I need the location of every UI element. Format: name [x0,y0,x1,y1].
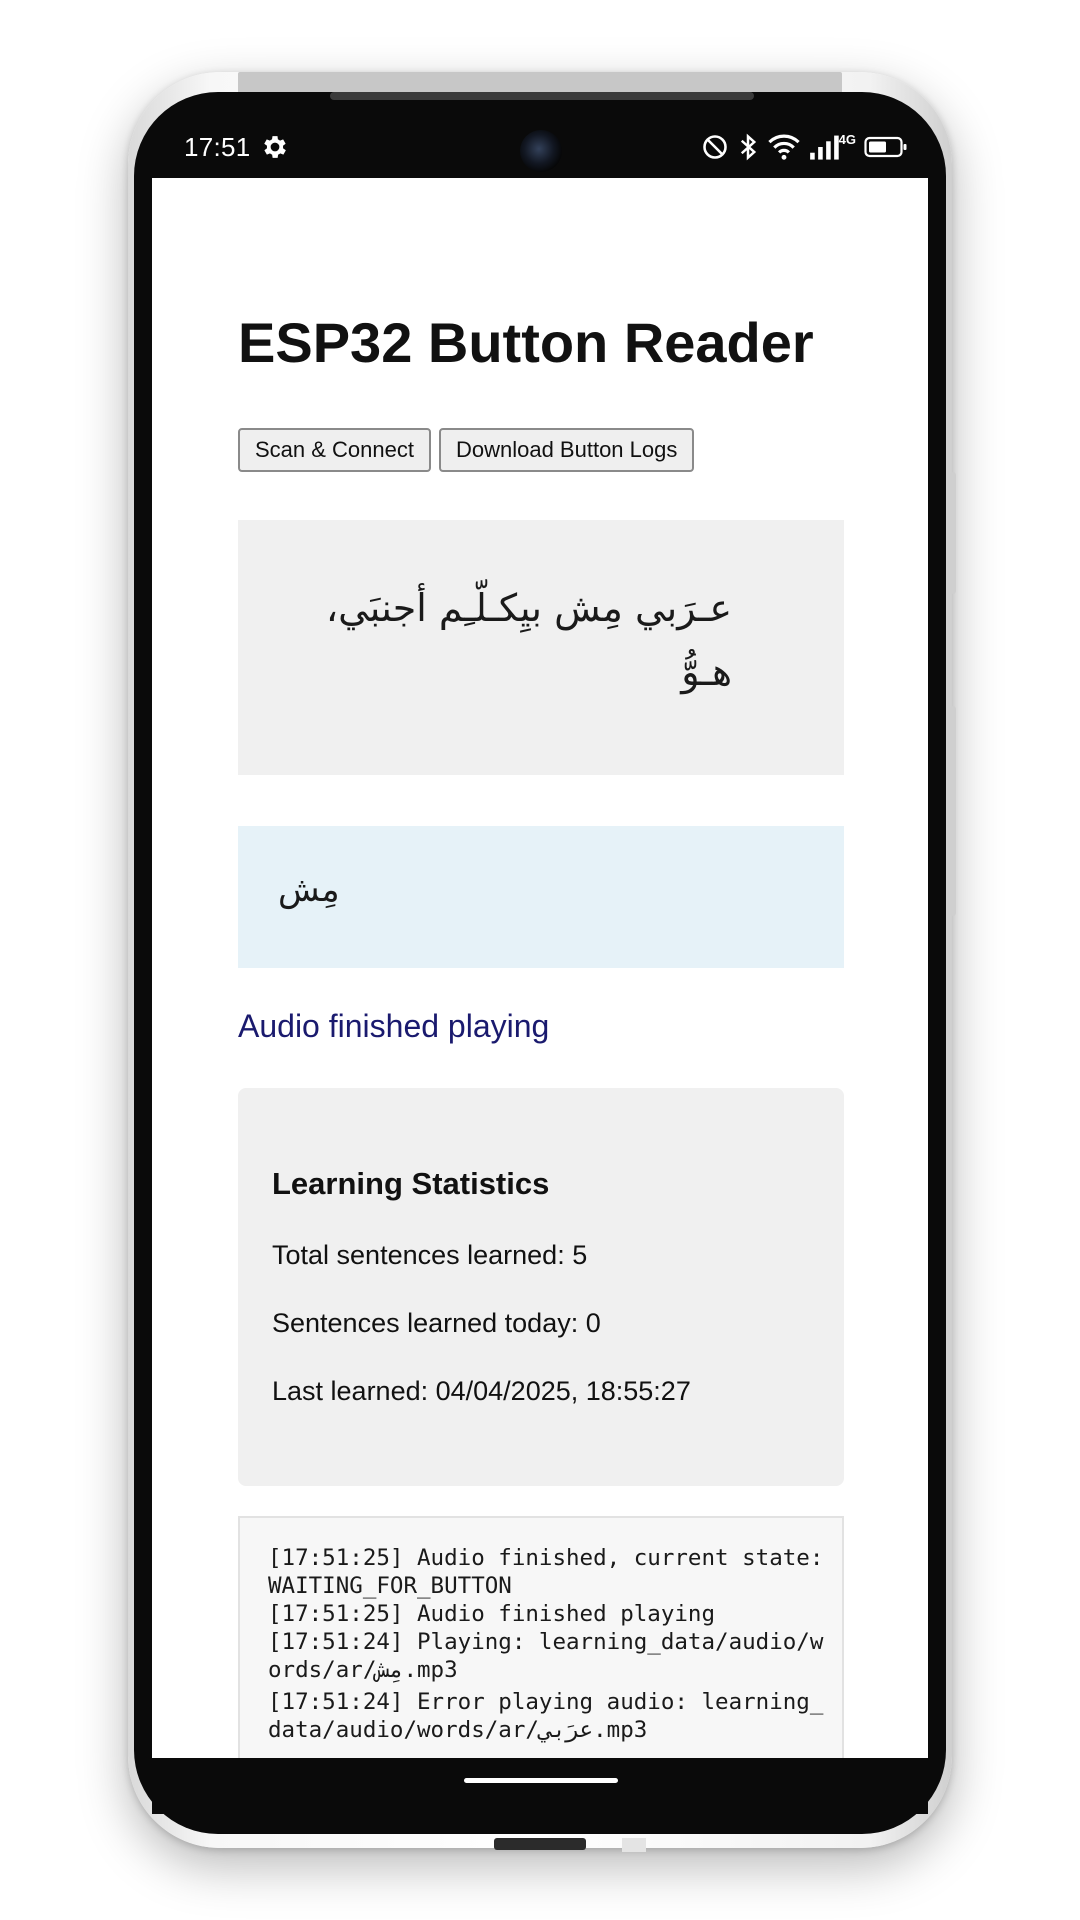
volume-button [950,472,956,594]
sentence-text: عـرَبي مِش بيِكـلّـِم أجنبَي، هـوُّ [325,586,732,694]
log-entry: [17:51:25] Audio finished, current state… [268,1545,837,1599]
phone-bottom-port [494,1838,586,1850]
log-list: [17:51:25] Audio finished, current state… [268,1544,832,1744]
page-title: ESP32 Button Reader [238,311,814,374]
status-icons: 4G [701,130,908,164]
sentence-panel: عـرَبي مِش بيِكـلّـِم أجنبَي، هـوُّ [238,520,844,775]
speaker-grille [330,92,754,100]
gear-icon [260,132,290,162]
status-time: 17:51 [184,132,251,162]
log-panel[interactable]: [17:51:25] Audio finished, current state… [238,1516,844,1758]
battery-icon [864,135,908,159]
phone-bottom-edge [622,1838,646,1852]
current-word: مِش [278,870,340,910]
scan-connect-button[interactable]: Scan & Connect [238,428,431,472]
wifi-icon [767,133,801,161]
phone-top-edge [238,72,842,94]
power-button [950,706,956,916]
app-screen: ESP32 Button Reader Scan & Connect Downl… [152,178,928,1758]
current-word-panel: مِش [238,826,844,968]
download-logs-button[interactable]: Download Button Logs [438,428,695,472]
device-mockup: 17:51 4G ESP32 Button Reader Scan & Conn… [0,0,1080,1920]
navigation-bar [152,1758,928,1814]
network-type-label: 4G [838,131,856,147]
do-not-disturb-icon [701,133,729,161]
home-indicator[interactable] [464,1778,618,1783]
log-entry: [17:51:24] Error playing audio: learning… [268,1689,824,1743]
status-bar: 17:51 4G [152,114,928,178]
log-entry: [17:51:24] Playing: learning_data/audio/… [268,1629,824,1683]
stats-title: Learning Statistics [272,1166,550,1201]
front-camera [520,130,562,172]
toolbar: Scan & Connect Download Button Logs [238,428,695,472]
log-entry: [17:51:25] Audio finished playing [268,1601,716,1627]
learning-stats-panel: Learning Statistics Total sentences lear… [238,1088,844,1486]
stats-today: Sentences learned today: 0 [272,1308,601,1338]
signal-icon [809,133,841,161]
status-message: Audio finished playing [238,1008,550,1044]
bluetooth-icon [737,132,759,162]
stats-last-learned: Last learned: 04/04/2025, 18:55:27 [272,1376,691,1406]
stats-total: Total sentences learned: 5 [272,1240,588,1270]
